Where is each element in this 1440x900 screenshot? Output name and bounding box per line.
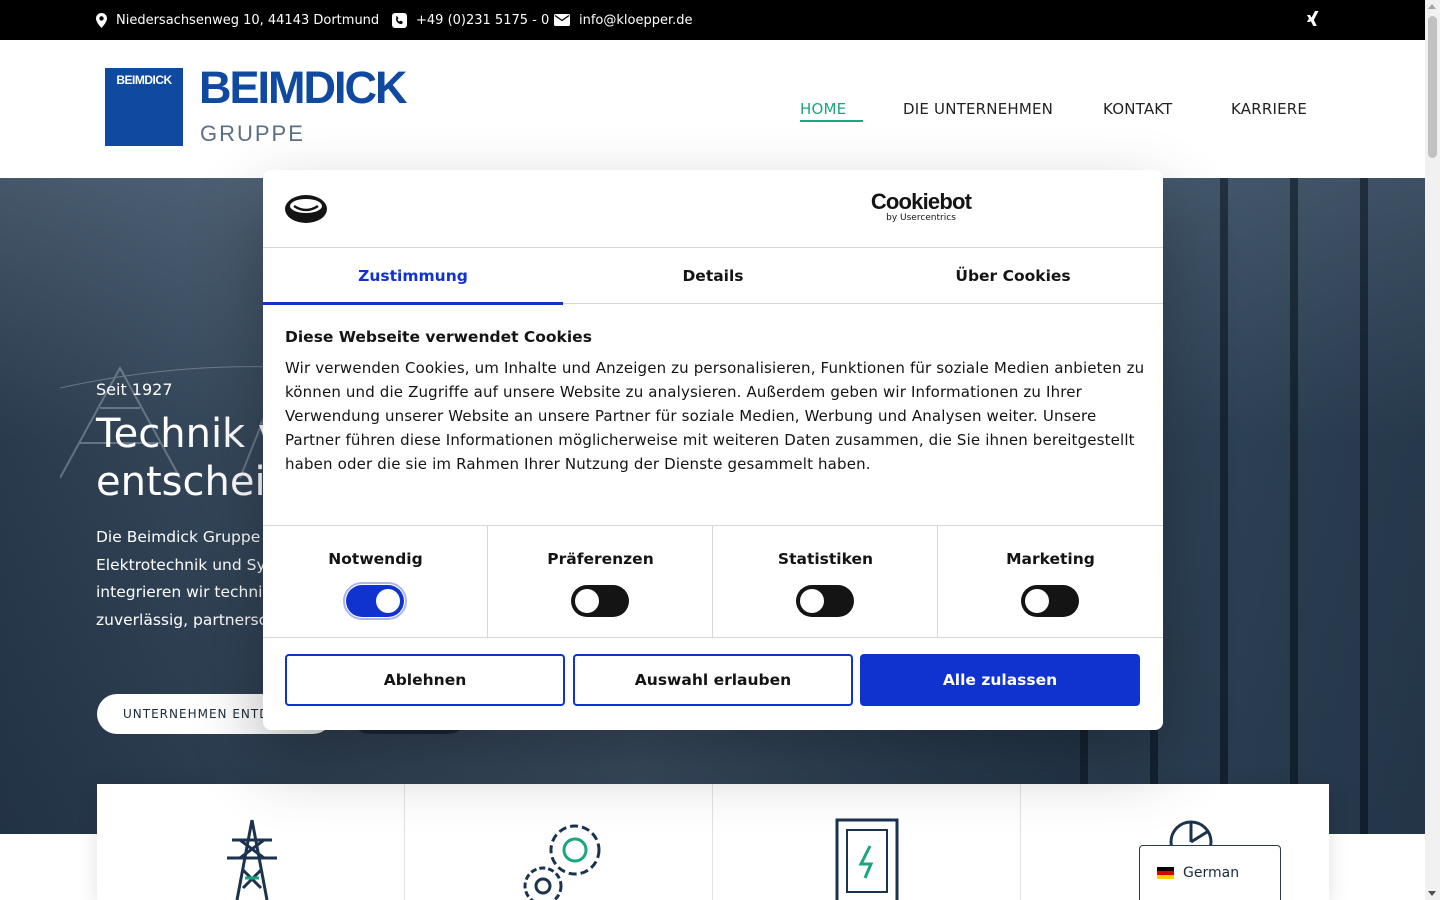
envelope-icon [554, 14, 570, 26]
toggle-label: Präferenzen [547, 550, 654, 568]
address-info: Niedersachsenweg 10, 44143 Dortmund [96, 0, 379, 40]
statistiken-toggle[interactable] [796, 585, 854, 617]
nav-die-unternehmen-label: DIE UNTERNEHMEN [903, 100, 1054, 118]
nav-home[interactable]: HOME [800, 100, 863, 122]
top-bar: Niedersachsenweg 10, 44143 Dortmund +49 … [0, 0, 1425, 40]
phone-info[interactable]: +49 (0)231 5175 - 0 [392, 0, 549, 40]
scroll-up-icon[interactable] [1428, 4, 1436, 9]
service-card[interactable] [405, 784, 713, 900]
toggle-knob [376, 589, 400, 613]
logo-sub: GRUPPE [200, 121, 305, 146]
tab-details[interactable]: Details [563, 248, 863, 304]
nav-karriere[interactable]: KARRIERE [1231, 100, 1307, 118]
cookiebot-brand-name: Cookiebot [870, 189, 972, 214]
email-info[interactable]: info@kloepper.de [554, 0, 693, 40]
map-pin-icon [96, 12, 107, 28]
hero-title-line2: entscheid [96, 459, 291, 505]
phone-icon [392, 12, 407, 28]
nav-active-underline [800, 120, 863, 122]
beimdick-logo[interactable]: BEIMDICK BEIMDICK GRUPPE [105, 62, 435, 148]
hero-title-line1: Technik v [96, 411, 282, 457]
toggle-group-statistiken: Statistiken [713, 526, 938, 638]
decline-button[interactable]: Ablehnen [285, 654, 565, 706]
praeferenzen-toggle[interactable] [571, 585, 629, 617]
cookie-heading: Diese Webseite verwendet Cookies [285, 328, 592, 346]
scrollbar-thumb[interactable] [1428, 16, 1437, 158]
cookie-body: Diese Webseite verwendet Cookies Wir ver… [285, 328, 1145, 476]
toggle-knob [1025, 589, 1049, 613]
scroll-down-icon[interactable] [1428, 891, 1436, 896]
gears-icon [523, 824, 601, 900]
toggle-label: Notwendig [328, 550, 423, 568]
service-card[interactable] [713, 784, 1021, 900]
cookiebot-brand[interactable]: Cookiebot by Usercentrics [869, 189, 973, 224]
toggle-group-marketing: Marketing [938, 526, 1163, 638]
power-tower-icon [227, 819, 277, 900]
nav-kontakt-label: KONTAKT [1103, 100, 1173, 118]
logo-name: BEIMDICK [199, 62, 407, 113]
cookie-consent-dialog: Cookiebot by Usercentrics Zustimmung Det… [263, 170, 1163, 730]
page-scrollbar[interactable] [1425, 0, 1440, 900]
toggle-group-praeferenzen: Präferenzen [488, 526, 713, 638]
nav-die-unternehmen[interactable]: DIE UNTERNEHMEN [903, 100, 1053, 118]
cookie-tabs: Zustimmung Details Über Cookies [263, 248, 1163, 305]
nav-karriere-label: KARRIERE [1231, 100, 1308, 118]
allow-selection-button[interactable]: Auswahl erlauben [573, 654, 853, 706]
address-text: Niedersachsenweg 10, 44143 Dortmund [116, 12, 380, 28]
notwendig-toggle[interactable] [343, 582, 407, 620]
language-switcher[interactable]: German [1139, 845, 1281, 900]
email-text: info@kloepper.de [579, 12, 693, 28]
tab-ueber-cookies[interactable]: Über Cookies [863, 248, 1163, 304]
site-header: BEIMDICK BEIMDICK GRUPPE HOME DIE UNTERN… [0, 40, 1425, 178]
toggle-label: Marketing [1006, 550, 1095, 568]
cookie-description: Wir verwenden Cookies, um Inhalte und An… [285, 359, 1145, 473]
phone-text: +49 (0)231 5175 - 0 [416, 12, 550, 28]
cookie-dialog-header: Cookiebot by Usercentrics [263, 170, 1163, 248]
allow-all-button[interactable]: Alle zulassen [860, 654, 1140, 706]
marketing-toggle[interactable] [1021, 585, 1079, 617]
german-flag-icon [1157, 867, 1174, 879]
toggle-knob [800, 589, 824, 613]
cookiebot-brand-sub: by Usercentrics [886, 213, 956, 223]
cookie-category-toggles: Notwendig Präferenzen Statistiken Market… [263, 525, 1163, 638]
language-label: German [1183, 865, 1240, 881]
hero-kicker: Seit 1927 [96, 380, 173, 399]
nav-kontakt[interactable]: KONTAKT [1103, 100, 1173, 118]
cookiebot-logo-icon [285, 195, 327, 223]
toggle-knob [575, 589, 599, 613]
toggle-label: Statistiken [777, 550, 874, 568]
logo-box-text: BEIMDICK [116, 73, 172, 87]
xing-link[interactable] [1305, 0, 1321, 40]
charging-station-icon [835, 818, 899, 900]
logo-box: BEIMDICK [105, 68, 183, 146]
service-card[interactable] [97, 784, 405, 900]
xing-icon [1307, 11, 1319, 26]
toggle-group-notwendig: Notwendig [263, 526, 488, 638]
nav-home-label: HOME [800, 100, 847, 118]
tab-zustimmung[interactable]: Zustimmung [263, 248, 563, 305]
